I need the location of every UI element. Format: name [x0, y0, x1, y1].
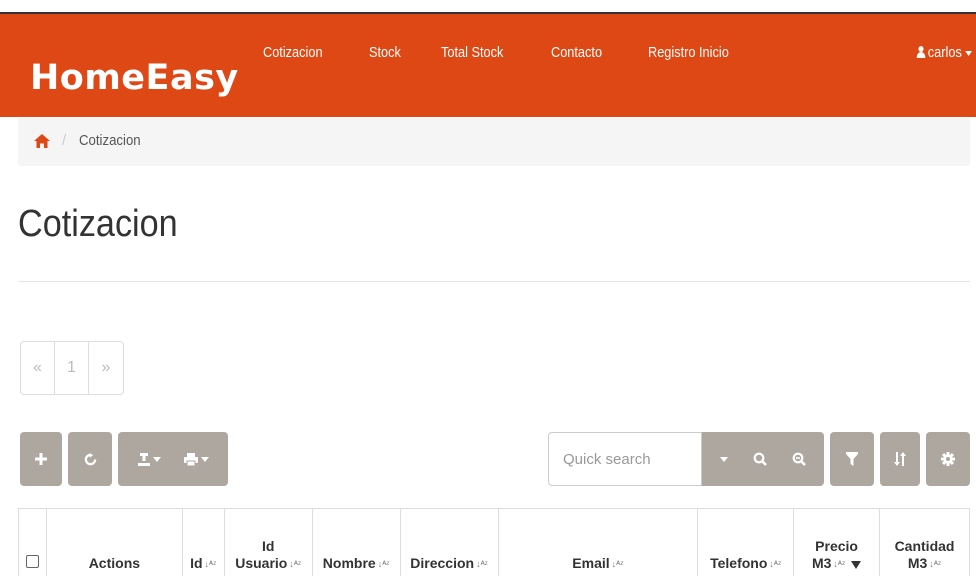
- pagination-next[interactable]: »: [89, 342, 123, 394]
- sort-alpha-icon: ↓ᴬᶻ: [377, 559, 390, 569]
- pagination-page[interactable]: 1: [55, 342, 89, 394]
- brand-logo[interactable]: HomeEasy: [30, 58, 239, 98]
- chevron-down-icon: [152, 456, 161, 462]
- nav-item-registro-inicio[interactable]: Registro Inicio: [648, 44, 729, 61]
- sort-alpha-icon: ↓ᴬᶻ: [769, 559, 782, 569]
- home-icon[interactable]: [34, 134, 50, 148]
- plus-icon: [35, 453, 47, 465]
- chevron-down-icon: [965, 50, 972, 56]
- user-name: carlos: [927, 44, 962, 61]
- search-button-group: [702, 432, 824, 486]
- export-print-group: [118, 432, 228, 486]
- filter-icon: [846, 452, 858, 466]
- pagination: « 1 »: [20, 341, 124, 395]
- column-header-direccion[interactable]: Direccion ↓ᴬᶻ: [399, 508, 499, 576]
- select-all-header: [18, 508, 47, 576]
- settings-button[interactable]: [926, 432, 970, 486]
- column-header-actions: Actions: [45, 508, 183, 576]
- sort-alpha-icon: ↓ᴬᶻ: [833, 559, 846, 569]
- breadcrumb: / Cotizacion: [18, 118, 970, 166]
- column-header-nombre[interactable]: Nombre ↓ᴬᶻ: [311, 508, 401, 576]
- add-button[interactable]: [20, 432, 62, 486]
- quick-search-input[interactable]: [549, 433, 701, 485]
- chevron-down-icon: [200, 456, 209, 462]
- sort-icon: [894, 452, 906, 466]
- export-dropdown[interactable]: [137, 452, 161, 466]
- sort-button[interactable]: [880, 432, 920, 486]
- search-icon[interactable]: [753, 452, 767, 466]
- breadcrumb-separator: /: [62, 132, 67, 149]
- column-header-id[interactable]: Id ↓ᴬᶻ: [181, 508, 225, 576]
- nav-item-stock[interactable]: Stock: [369, 44, 401, 61]
- column-header-precio-m3[interactable]: Precio M3 ↓ᴬᶻ: [793, 508, 881, 576]
- title-divider: [18, 281, 970, 282]
- column-header-cantidad-m3[interactable]: Cantidad M3 ↓ᴬᶻ: [879, 508, 970, 576]
- top-navbar: HomeEasy Cotizacion Stock Total Stock Co…: [0, 12, 976, 117]
- gear-icon: [941, 452, 955, 466]
- sort-alpha-icon: ↓ᴬᶻ: [476, 559, 488, 569]
- quick-search-box: [548, 432, 702, 486]
- sort-alpha-icon: ↓ᴬᶻ: [611, 559, 624, 569]
- sort-alpha-icon: ↓ᴬᶻ: [929, 559, 942, 569]
- column-header-email[interactable]: Email ↓ᴬᶻ: [497, 508, 699, 576]
- table-header-row: Actions Id ↓ᴬᶻ Id Usuario ↓ᴬᶻ Nombre ↓ᴬᶻ Dir…: [18, 508, 970, 576]
- column-header-telefono[interactable]: Telefono ↓ᴬᶻ: [697, 508, 795, 576]
- page-title: Cotizacion: [18, 203, 178, 245]
- cotizacion-table: Actions Id ↓ᴬᶻ Id Usuario ↓ᴬᶻ Nombre ↓ᴬᶻ Dir…: [18, 508, 970, 576]
- column-header-id-usuario[interactable]: Id Usuario ↓ᴬᶻ: [223, 508, 313, 576]
- clear-search-icon[interactable]: [792, 452, 806, 466]
- sort-alpha-icon: ↓ᴬᶻ: [204, 559, 217, 569]
- search-options-dropdown[interactable]: [720, 456, 729, 462]
- sort-alpha-icon: ↓ᴬᶻ: [289, 559, 302, 569]
- nav-item-contacto[interactable]: Contacto: [551, 44, 602, 61]
- filter-button[interactable]: [830, 432, 874, 486]
- pagination-prev[interactable]: «: [21, 342, 55, 394]
- print-dropdown[interactable]: [183, 452, 209, 466]
- refresh-button[interactable]: [68, 432, 112, 486]
- export-icon: [137, 452, 150, 466]
- nav-item-total-stock[interactable]: Total Stock: [441, 44, 503, 61]
- breadcrumb-current: Cotizacion: [79, 132, 141, 149]
- filter-icon[interactable]: [851, 561, 862, 569]
- refresh-icon: [84, 452, 96, 465]
- user-menu[interactable]: carlos: [916, 44, 972, 61]
- user-icon: [916, 46, 926, 58]
- nav-item-cotizacion[interactable]: Cotizacion: [263, 44, 323, 61]
- select-all-checkbox[interactable]: [25, 555, 39, 568]
- print-icon: [183, 452, 198, 466]
